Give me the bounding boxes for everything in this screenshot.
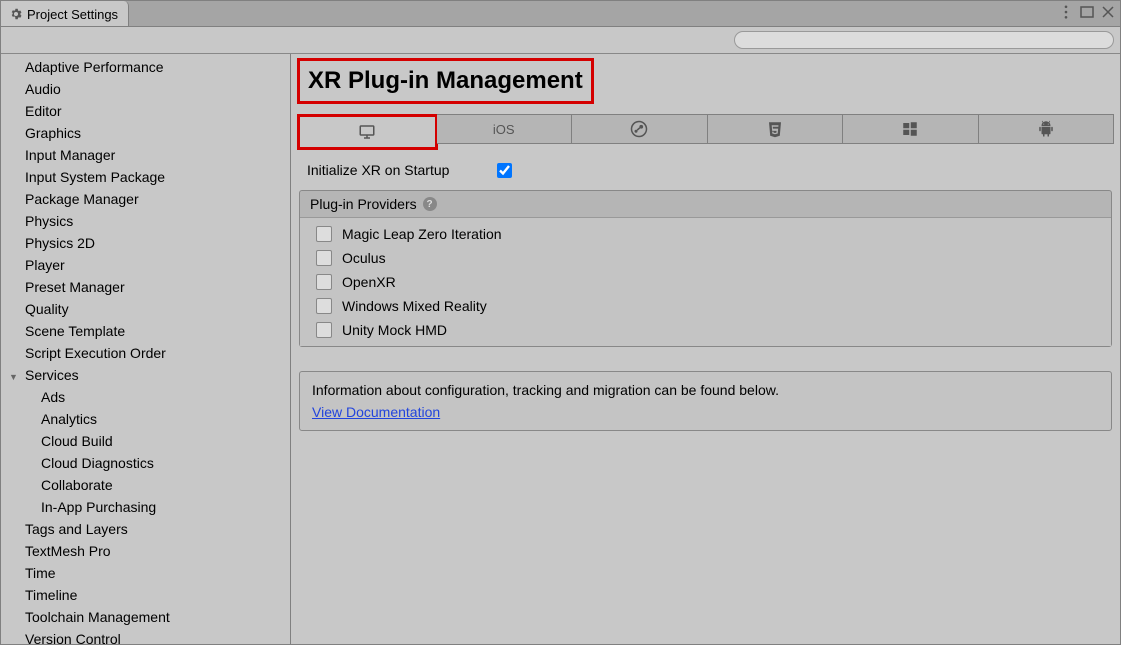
platform-tabs: iOS [297,114,1114,150]
sidebar-item-timeline[interactable]: Timeline [1,584,290,606]
sidebar-item-physics[interactable]: Physics [1,210,290,232]
platform-tab-highlight [297,114,438,150]
view-documentation-link[interactable]: View Documentation [312,404,440,420]
plugin-providers-header-label: Plug-in Providers [310,196,417,212]
provider-row-magic-leap-zero-iteration: Magic Leap Zero Iteration [306,222,1105,246]
searchbar-row [1,27,1120,54]
platform-tab-windows[interactable] [843,114,979,144]
android-icon [1037,120,1055,138]
platform-tab-android[interactable] [979,114,1115,144]
help-icon[interactable]: ? [423,197,437,211]
project-settings-window: Project Settings Adaptive PerformanceAud… [0,0,1121,645]
provider-checkbox[interactable] [316,250,332,266]
sidebar-item-version-control[interactable]: Version Control [1,628,290,644]
sidebar-item-collaborate[interactable]: Collaborate [1,474,290,496]
sidebar-item-adaptive-performance[interactable]: Adaptive Performance [1,56,290,78]
close-icon[interactable] [1102,6,1114,18]
platform-tab-standalone[interactable] [300,117,435,147]
initialize-xr-checkbox[interactable] [497,163,512,178]
sidebar-item-editor[interactable]: Editor [1,100,290,122]
provider-row-windows-mixed-reality: Windows Mixed Reality [306,294,1105,318]
titlebar: Project Settings [1,1,1120,27]
search-input[interactable] [734,31,1114,49]
settings-sidebar: Adaptive PerformanceAudioEditorGraphicsI… [1,54,291,644]
windows-icon [901,120,919,138]
sidebar-item-player[interactable]: Player [1,254,290,276]
plugin-providers-list: Magic Leap Zero Iteration Oculus OpenXR Win… [300,218,1111,346]
gear-icon [9,7,23,21]
provider-label: Windows Mixed Reality [342,298,487,314]
initialize-xr-label: Initialize XR on Startup [307,162,497,178]
provider-checkbox[interactable] [316,226,332,242]
provider-checkbox[interactable] [316,274,332,290]
ios-icon: iOS [493,122,515,137]
info-box: Information about configuration, trackin… [299,371,1112,431]
sidebar-item-textmesh-pro[interactable]: TextMesh Pro [1,540,290,562]
sidebar-item-quality[interactable]: Quality [1,298,290,320]
sidebar-item-ads[interactable]: Ads [1,386,290,408]
sidebar-item-tags-and-layers[interactable]: Tags and Layers [1,518,290,540]
maximize-icon[interactable] [1080,6,1094,18]
info-text: Information about configuration, trackin… [312,382,1099,398]
provider-row-oculus: Oculus [306,246,1105,270]
sidebar-item-cloud-diagnostics[interactable]: Cloud Diagnostics [1,452,290,474]
sidebar-item-preset-manager[interactable]: Preset Manager [1,276,290,298]
sidebar-item-input-manager[interactable]: Input Manager [1,144,290,166]
window-tab-project-settings[interactable]: Project Settings [1,1,129,26]
sidebar-item-input-system-package[interactable]: Input System Package [1,166,290,188]
titlebar-controls [1054,1,1120,23]
plugin-providers-section: Plug-in Providers ? Magic Leap Zero Iter… [299,190,1112,347]
provider-checkbox[interactable] [316,322,332,338]
sidebar-item-physics-2d[interactable]: Physics 2D [1,232,290,254]
sidebar-item-time[interactable]: Time [1,562,290,584]
sidebar-item-script-execution-order[interactable]: Script Execution Order [1,342,290,364]
more-icon[interactable] [1060,5,1072,19]
sidebar-item-services[interactable]: Services [1,364,290,386]
settings-main: XR Plug-in Management iOS Initialize XR … [291,54,1120,644]
page-title: XR Plug-in Management [300,61,591,101]
platform-tab-steam[interactable] [572,114,708,144]
provider-label: OpenXR [342,274,396,290]
provider-label: Oculus [342,250,386,266]
sidebar-item-in-app-purchasing[interactable]: In-App Purchasing [1,496,290,518]
sidebar-item-audio[interactable]: Audio [1,78,290,100]
sidebar-item-scene-template[interactable]: Scene Template [1,320,290,342]
platform-tab-webgl[interactable] [708,114,844,144]
sidebar-item-toolchain-management[interactable]: Toolchain Management [1,606,290,628]
initialize-xr-row: Initialize XR on Startup [297,156,1114,184]
platform-tab-ios[interactable]: iOS [437,114,573,144]
provider-label: Magic Leap Zero Iteration [342,226,502,242]
monitor-icon [358,123,376,141]
sidebar-item-graphics[interactable]: Graphics [1,122,290,144]
provider-row-unity-mock-hmd: Unity Mock HMD [306,318,1105,342]
steam-icon [630,120,648,138]
window-tab-label: Project Settings [27,7,118,22]
sidebar-item-package-manager[interactable]: Package Manager [1,188,290,210]
plugin-providers-header: Plug-in Providers ? [300,191,1111,218]
title-highlight: XR Plug-in Management [297,58,594,104]
sidebar-item-analytics[interactable]: Analytics [1,408,290,430]
html5-icon [766,120,784,138]
sidebar-item-cloud-build[interactable]: Cloud Build [1,430,290,452]
provider-label: Unity Mock HMD [342,322,447,338]
provider-row-openxr: OpenXR [306,270,1105,294]
provider-checkbox[interactable] [316,298,332,314]
